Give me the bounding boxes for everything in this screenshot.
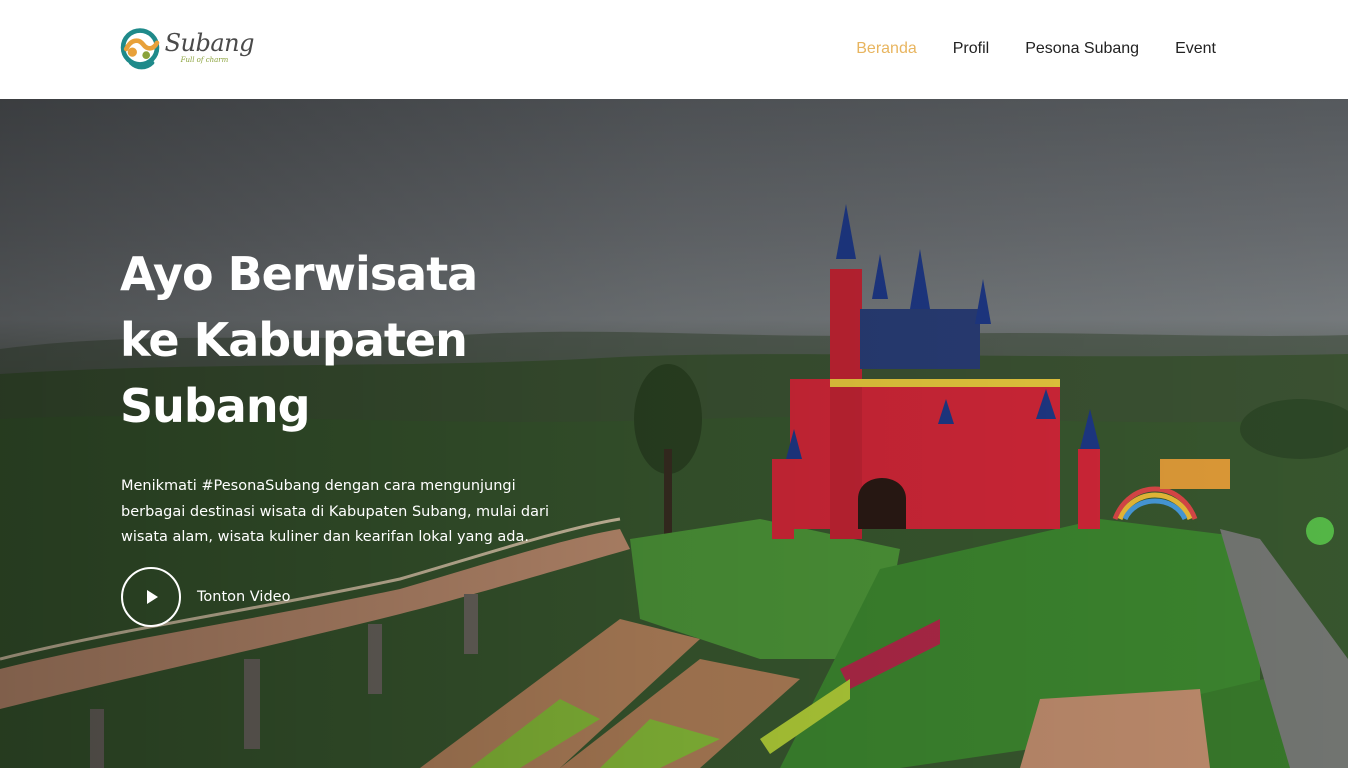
site-header: Subang Full of charm Beranda Profil Peso… — [0, 0, 1348, 99]
play-icon — [147, 590, 158, 604]
hero-title-line-1: Ayo Berwisata — [120, 247, 478, 301]
logo-text: Subang Full of charm — [164, 29, 255, 64]
logo-tagline: Full of charm — [180, 56, 229, 64]
hero-section: Ayo Berwisata ke Kabupaten Subang Menikm… — [0, 99, 1348, 768]
main-nav: Beranda Profil Pesona Subang Event — [820, 38, 1216, 60]
play-button[interactable] — [121, 567, 181, 627]
nav-item-event[interactable]: Event — [1175, 38, 1216, 60]
hero-title-line-3: Subang — [120, 379, 311, 433]
nav-item-beranda[interactable]: Beranda — [856, 38, 917, 60]
watch-video-label: Tonton Video — [197, 589, 291, 605]
hero-description: Menikmati #PesonaSubang dengan cara meng… — [121, 478, 549, 545]
watch-video-button[interactable]: Tonton Video — [121, 567, 290, 627]
subang-logo-icon — [120, 28, 160, 70]
logo-wordmark: Subang — [164, 29, 255, 57]
nav-item-pesona-subang[interactable]: Pesona Subang — [1025, 38, 1139, 60]
subang-logo[interactable]: Subang Full of charm — [120, 18, 255, 80]
hero-title: Ayo Berwisata ke Kabupaten Subang — [120, 241, 580, 439]
nav-item-profil[interactable]: Profil — [953, 38, 989, 60]
hero-title-line-2: ke Kabupaten — [120, 313, 468, 367]
